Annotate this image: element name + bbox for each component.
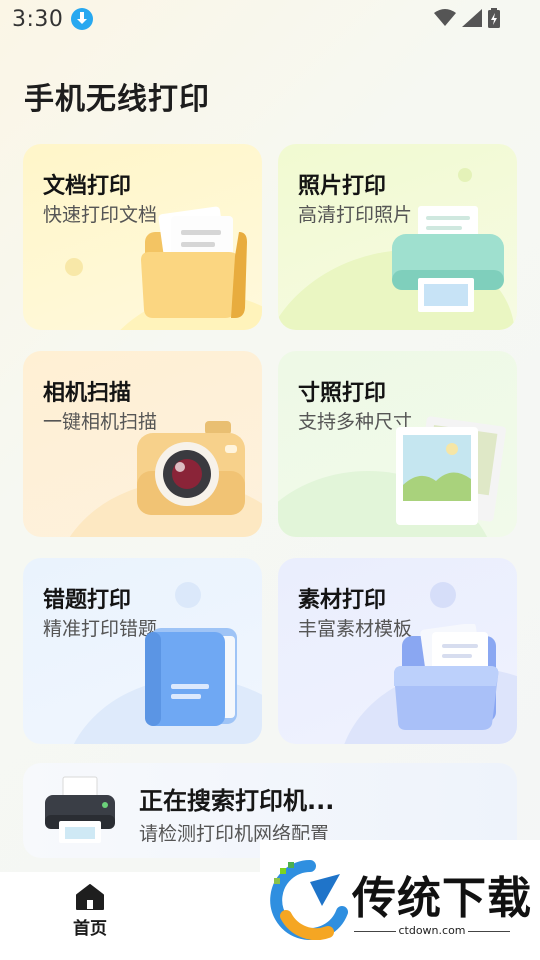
watermark: 传统下载 ctdown.com [260,840,540,960]
card-title: 文档打印 [43,174,132,199]
id-photo-print-card[interactable]: 寸照打印 支持多种尺寸 [278,351,517,537]
printer-search-title: 正在搜索打印机... [139,787,335,815]
material-folder-icon [394,624,499,730]
decor-dot [175,582,201,608]
card-title: 寸照打印 [298,381,387,406]
wrong-question-print-card[interactable]: 错题打印 精准打印错题 [23,558,262,744]
card-title: 照片打印 [298,174,387,199]
watermark-divider [468,931,510,932]
signal-icon [462,9,482,27]
status-bar: 3:30 [0,0,540,38]
printer-icon [45,776,115,843]
nav-item-home[interactable]: 首页 [54,884,126,950]
home-icon [76,884,104,910]
decor-dot [430,582,456,608]
camera-icon [137,421,245,515]
download-icon [71,8,94,30]
photo-print-card[interactable]: 照片打印 高清打印照片 [278,144,517,330]
card-subtitle: 精准打印错题 [43,618,158,640]
document-print-card[interactable]: 文档打印 快速打印文档 [23,144,262,330]
status-time: 3:30 [12,6,64,32]
decor-dot [65,258,83,276]
nav-item-label: 首页 [73,919,107,939]
card-title: 相机扫描 [43,381,132,406]
wifi-icon [434,9,456,26]
watermark-text: 传统下载 [352,873,532,924]
photo-prints-icon [396,416,506,525]
battery-charging-icon [488,8,500,28]
card-title: 错题打印 [43,588,132,613]
page-title: 手机无线打印 [24,82,210,117]
camera-scan-card[interactable]: 相机扫描 一键相机扫描 [23,351,262,537]
decor-dot [458,168,472,182]
book-icon [145,628,237,726]
photo-printer-icon [392,206,504,312]
material-print-card[interactable]: 素材打印 丰富素材模板 [278,558,517,744]
card-title: 素材打印 [298,588,387,613]
document-folder-icon [141,206,247,318]
status-icons [434,8,500,28]
watermark-logo-icon [270,860,348,940]
